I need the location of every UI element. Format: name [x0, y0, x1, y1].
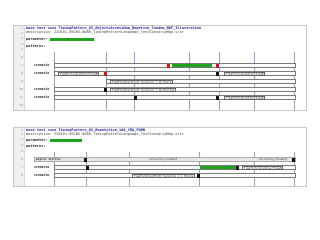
callout-box: TimeForSingleObjectTypeB — [58, 71, 100, 76]
event-marker-black[interactable] — [216, 71, 219, 76]
parameter-bar — [50, 139, 82, 142]
scenario-label: scenario — [34, 87, 50, 91]
event-marker-black[interactable] — [84, 157, 87, 162]
line-number-gutter: 1 2 3 4 5 6 7 8 — [14, 128, 25, 186]
event-marker-black[interactable] — [134, 95, 137, 100]
timeline-green-segment — [200, 166, 236, 169]
test-case-description: description: 230101-09CB5-8089_TimingPat… — [26, 30, 184, 34]
timeline-green-segment — [172, 64, 212, 67]
duration-constraint-box: TimeForOutputForB: Duration < 10 Minutes — [110, 87, 177, 92]
header-collecting-element: Collecting Element — [259, 157, 288, 161]
event-marker-black[interactable] — [104, 87, 107, 92]
event-marker-red[interactable] — [167, 63, 170, 68]
editor-panel-2: 1 2 3 4 5 6 7 8 base test case TimingPat… — [13, 127, 307, 187]
event-marker-black[interactable] — [86, 165, 89, 170]
editor-panel-1: 1 2 3 4 5 6 7 8 9 10 11 12 base test cas… — [13, 25, 307, 111]
callout-box: TimeForSingleObjectTypeB — [224, 95, 266, 100]
duration-constraint-box: TimeForOutputForB: Duration < 1 Minute — [132, 173, 196, 178]
scenario-label: scenario — [34, 63, 50, 67]
scenario-label: scenario — [34, 173, 50, 177]
callout-box: TimeForSingleObjectTypeB — [224, 71, 266, 76]
header-regular-splitter: Regular Splitter — [36, 157, 61, 161]
event-marker-black[interactable] — [236, 165, 239, 170]
event-marker-black[interactable] — [292, 157, 295, 162]
header-collecting-element: Collecting Element — [149, 157, 178, 161]
event-marker-black[interactable] — [197, 173, 200, 178]
guide-line — [54, 52, 55, 110]
event-marker-red[interactable] — [216, 63, 219, 68]
line-number-gutter: 1 2 3 4 5 6 7 8 9 10 11 12 — [14, 26, 25, 110]
scenario-label: scenario — [34, 165, 50, 169]
parameter-label: parameter: — [26, 37, 48, 41]
scenario-label: scenario — [34, 95, 50, 99]
event-marker-red[interactable] — [104, 71, 107, 76]
duration-constraint-box: TimeForOutputForB: Duration < 16 Hours — [110, 79, 174, 84]
patterns-label: patterns: — [26, 44, 46, 48]
event-marker-black[interactable] — [216, 95, 219, 100]
test-case-description: description: 230101-09CB5-8089_TimingPat… — [26, 132, 184, 136]
patterns-label: patterns: — [26, 144, 46, 148]
parameter-bar — [50, 38, 94, 41]
callout-box: TimeForSingleObjectTypeB — [242, 165, 284, 170]
scenario-label: scenario — [34, 71, 50, 75]
parameter-label: parameter: — [26, 138, 48, 142]
